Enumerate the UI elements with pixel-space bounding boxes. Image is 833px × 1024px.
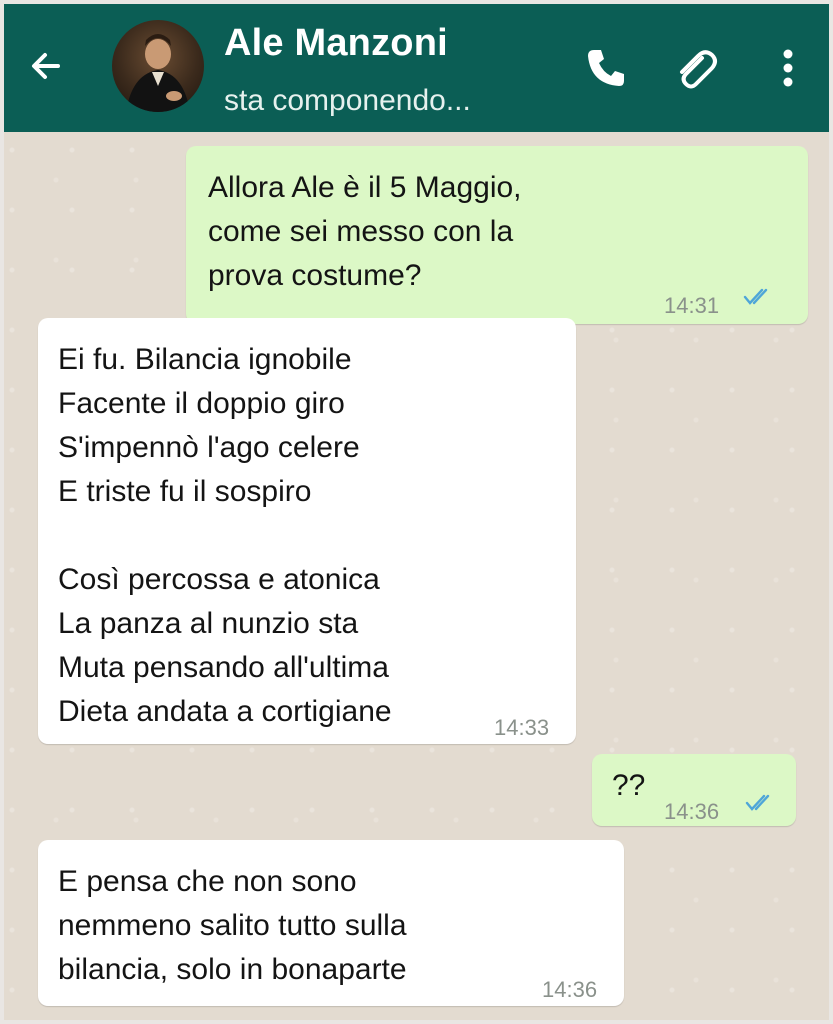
image-border — [0, 0, 833, 1024]
